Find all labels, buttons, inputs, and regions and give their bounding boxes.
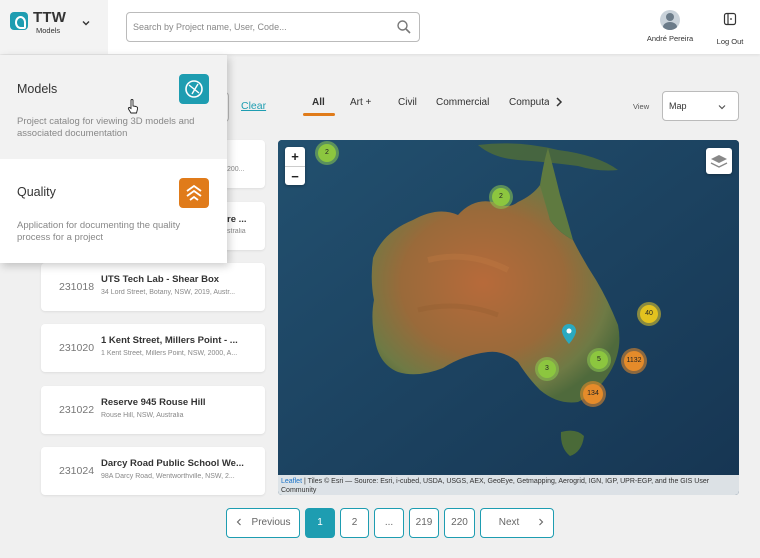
zoom-control: + −: [285, 147, 305, 185]
active-tab-indicator: [303, 113, 335, 116]
page-ellipsis: ...: [374, 508, 404, 538]
chevron-right-icon[interactable]: [555, 97, 563, 107]
search-icon[interactable]: [396, 19, 412, 35]
logout-label: Log Out: [716, 37, 744, 46]
page-button-1[interactable]: 1: [305, 508, 335, 538]
previous-page-button[interactable]: Previous: [226, 508, 300, 538]
map-view[interactable]: + − 2 2 40 5 1132 3 134 Leaflet | Tiles …: [278, 140, 739, 495]
quality-app-icon: [179, 178, 209, 208]
chevron-left-icon: [236, 518, 241, 526]
tab-commercial[interactable]: Commercial: [436, 97, 489, 117]
project-code: 231022: [59, 404, 95, 416]
chevron-down-icon: [718, 105, 726, 110]
menu-item-title: Models: [17, 82, 58, 96]
view-select[interactable]: Map: [662, 91, 739, 121]
view-select-value: Map: [669, 101, 687, 111]
map-cluster[interactable]: 134: [580, 381, 606, 407]
brand-title: TTW: [33, 9, 67, 26]
cluster-count: 5: [590, 351, 608, 369]
project-title: Darcy Road Public School We...: [101, 458, 244, 469]
zoom-in-button[interactable]: +: [285, 147, 305, 166]
project-title: Reserve 945 Rouse Hill: [101, 397, 206, 408]
project-card[interactable]: 231020 1 Kent Street, Millers Point - ..…: [41, 324, 265, 372]
models-app-icon: [179, 74, 209, 104]
menu-item-description: Application for documenting the quality …: [17, 220, 181, 243]
project-card[interactable]: 231024 Darcy Road Public School We... 98…: [41, 447, 265, 495]
project-address: 98A Darcy Road, Wentworthville, NSW, 2..…: [101, 473, 235, 480]
map-cluster[interactable]: 1132: [621, 348, 647, 374]
project-address: Rouse Hill, NSW, Australia: [101, 412, 184, 419]
menu-item-title: Quality: [17, 185, 56, 199]
project-card[interactable]: 231018 UTS Tech Lab - Shear Box 34 Lord …: [41, 263, 265, 311]
cluster-count: 3: [538, 360, 556, 378]
tab-computational[interactable]: Computa: [509, 97, 549, 117]
brand-subtitle: Models: [36, 26, 61, 35]
page-button-2[interactable]: 2: [340, 508, 369, 538]
tab-art[interactable]: Art +: [350, 97, 371, 117]
map-attribution: Leaflet | Tiles © Esri — Source: Esri, i…: [278, 475, 739, 495]
cluster-count: 2: [318, 144, 336, 162]
app-switcher[interactable]: TTW Models: [0, 0, 108, 54]
project-code: 231024: [59, 465, 95, 477]
layers-icon: [710, 155, 728, 168]
map-cluster[interactable]: 40: [637, 302, 661, 326]
cluster-count: 1132: [624, 351, 644, 371]
map-cluster[interactable]: 2: [315, 141, 339, 165]
project-code: 231020: [59, 342, 95, 354]
map-pin-icon[interactable]: [562, 324, 576, 344]
clear-filters-link[interactable]: Clear: [241, 100, 266, 112]
cluster-count: 134: [583, 384, 603, 404]
ttw-logo-icon: [10, 12, 28, 30]
map-cluster[interactable]: 5: [587, 348, 611, 372]
next-label: Next: [498, 517, 520, 528]
project-code: 231018: [59, 281, 95, 293]
top-header: TTW Models André Pereira Log Out: [0, 0, 760, 54]
user-menu[interactable]: André Pereira: [640, 10, 700, 46]
map-cluster[interactable]: 2: [489, 185, 513, 209]
leaflet-link[interactable]: Leaflet: [281, 478, 302, 485]
project-address: 34 Lord Street, Botany, NSW, 2019, Austr…: [101, 289, 236, 296]
search-box[interactable]: [126, 12, 420, 42]
previous-label: Previous: [251, 517, 291, 528]
logout-button[interactable]: Log Out: [712, 12, 748, 46]
project-card[interactable]: 231022 Reserve 945 Rouse Hill Rouse Hill…: [41, 386, 265, 434]
project-title: 1 Kent Street, Millers Point - ...: [101, 335, 238, 346]
next-page-button[interactable]: Next: [480, 508, 554, 538]
tab-civil[interactable]: Civil: [398, 97, 417, 117]
chevron-down-icon[interactable]: [82, 19, 90, 27]
cluster-count: 40: [640, 305, 658, 323]
attribution-text: | Tiles © Esri — Source: Esri, i-cubed, …: [281, 478, 710, 494]
project-address: 1 Kent Street, Millers Point, NSW, 2000,…: [101, 350, 238, 357]
page-button-220[interactable]: 220: [444, 508, 475, 538]
search-input[interactable]: [133, 19, 393, 35]
project-title: UTS Tech Lab - Shear Box: [101, 274, 220, 285]
chevron-right-icon: [539, 518, 544, 526]
logout-icon: [723, 12, 737, 26]
cluster-count: 2: [492, 188, 510, 206]
hand-cursor-icon: [127, 99, 139, 114]
menu-item-models[interactable]: Models Project catalog for viewing 3D mo…: [0, 55, 227, 159]
zoom-out-button[interactable]: −: [285, 166, 305, 185]
menu-item-description: Project catalog for viewing 3D models an…: [17, 116, 195, 139]
layers-button[interactable]: [706, 148, 732, 174]
map-cluster[interactable]: 3: [535, 357, 559, 381]
menu-item-quality[interactable]: Quality Application for documenting the …: [0, 159, 227, 263]
user-name: André Pereira: [646, 34, 694, 43]
app-switcher-menu: Models Project catalog for viewing 3D mo…: [0, 55, 227, 263]
page-button-219[interactable]: 219: [409, 508, 439, 538]
avatar[interactable]: [660, 10, 680, 30]
view-label: View: [633, 102, 650, 111]
